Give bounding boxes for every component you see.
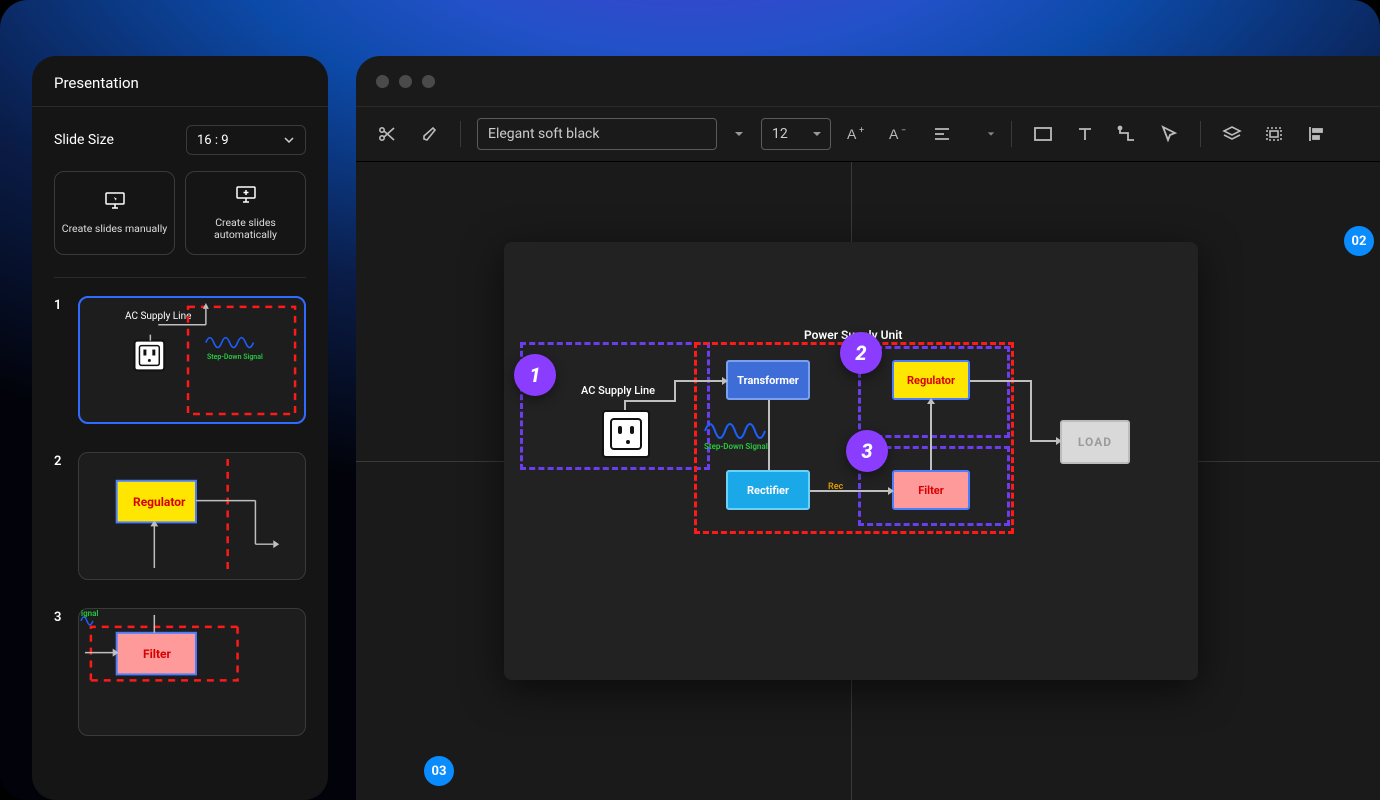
- rectangle-icon: [1033, 126, 1053, 142]
- help-badge-02[interactable]: 02: [1344, 226, 1374, 256]
- filter-block[interactable]: Filter: [892, 470, 970, 510]
- step-down-label: Step-Down Signal: [704, 442, 768, 451]
- theme-value: Elegant soft black: [488, 126, 599, 142]
- caret-down-icon: [987, 130, 995, 138]
- layers-icon: [1222, 125, 1242, 143]
- theme-dropdown[interactable]: [729, 118, 749, 150]
- font-decrease-button[interactable]: A−: [885, 119, 915, 149]
- thumb-number: 1: [54, 296, 68, 424]
- wire: [674, 380, 676, 402]
- wire: [624, 402, 626, 410]
- thumb-number: 3: [54, 608, 68, 736]
- align-left-icon: [933, 125, 951, 143]
- wire-arrow: [930, 404, 932, 470]
- svg-text:A: A: [889, 126, 899, 142]
- thumb1-signal: Step-Down Signal: [207, 353, 263, 361]
- shape-button[interactable]: [1028, 119, 1058, 149]
- align-button[interactable]: [927, 119, 957, 149]
- traffic-light-max[interactable]: [422, 75, 435, 88]
- wire-arrow: [674, 380, 722, 382]
- thumb2-box: Regulator: [133, 495, 185, 509]
- align-objects-icon: [1307, 125, 1325, 143]
- slide-size-select[interactable]: 16 : 9: [186, 125, 306, 155]
- help-badge-03[interactable]: 03: [424, 756, 454, 786]
- theme-select[interactable]: Elegant soft black: [477, 118, 717, 150]
- create-auto-label: Create slides automatically: [186, 217, 305, 240]
- thumb3-box: Filter: [143, 647, 171, 661]
- font-size-select[interactable]: 12: [761, 118, 831, 150]
- wire: [970, 380, 1032, 382]
- group-icon: [1264, 125, 1284, 143]
- connector-button[interactable]: [1112, 119, 1142, 149]
- layers-button[interactable]: [1217, 119, 1247, 149]
- slide-thumbnail-3[interactable]: ignal Filter: [78, 608, 306, 736]
- traffic-light-close[interactable]: [376, 75, 389, 88]
- wire: [1030, 380, 1032, 442]
- thumb-number: 2: [54, 452, 68, 580]
- cursor-icon: [1160, 125, 1178, 143]
- group-button[interactable]: [1259, 119, 1289, 149]
- scissors-icon: [378, 125, 396, 143]
- load-block[interactable]: LOAD: [1060, 420, 1130, 464]
- align-objects-button[interactable]: [1301, 119, 1331, 149]
- slide-size-label: Slide Size: [54, 132, 114, 148]
- slide-size-value: 16 : 9: [197, 133, 229, 148]
- create-manual-button[interactable]: Create slides manually: [54, 171, 175, 255]
- wire-arrow: [810, 490, 888, 492]
- font-increase-icon: A+: [847, 125, 869, 143]
- thumb2-art: [79, 453, 305, 580]
- step-marker-2: 2: [840, 332, 882, 374]
- format-painter-button[interactable]: [414, 119, 444, 149]
- slide-canvas[interactable]: Power Supply Unit AC Supply Line Step-Do…: [504, 242, 1198, 680]
- wire: [768, 400, 770, 470]
- create-manual-label: Create slides manually: [62, 223, 168, 235]
- step-marker-3: 3: [846, 430, 888, 472]
- font-size-value: 12: [772, 126, 788, 142]
- wave-signal: [704, 420, 766, 442]
- rectifier-block[interactable]: Rectifier: [726, 470, 810, 510]
- panel-title: Presentation: [32, 56, 328, 107]
- svg-text:+: +: [859, 126, 864, 136]
- wire-arrow: [1030, 440, 1056, 442]
- pointer-button[interactable]: [1154, 119, 1184, 149]
- plug-icon: [602, 410, 650, 458]
- monitor-plus-icon: [235, 185, 257, 205]
- text-button[interactable]: [1070, 119, 1100, 149]
- svg-text:A: A: [847, 126, 857, 142]
- font-increase-button[interactable]: A+: [843, 119, 873, 149]
- window-titlebar: [356, 56, 1380, 106]
- slide-thumbnail-2[interactable]: Regulator: [78, 452, 306, 580]
- text-icon: [1076, 125, 1094, 143]
- paintbrush-icon: [420, 125, 438, 143]
- svg-text:−: −: [901, 126, 906, 136]
- create-auto-button[interactable]: Create slides automatically: [185, 171, 306, 255]
- toolbar: Elegant soft black 12 A+ A−: [356, 106, 1380, 162]
- thumb3-art: [79, 609, 305, 736]
- regulator-block[interactable]: Regulator: [892, 360, 970, 400]
- thumb1-art: [79, 297, 305, 424]
- font-decrease-icon: A−: [889, 125, 911, 143]
- transformer-block[interactable]: Transformer: [726, 360, 810, 400]
- caret-down-icon: [812, 129, 822, 139]
- monitor-cursor-icon: [104, 191, 126, 211]
- caret-down-icon: [734, 129, 744, 139]
- slide-thumbnail-1[interactable]: AC Supply Line Step-Down Signal: [78, 296, 306, 424]
- traffic-light-min[interactable]: [399, 75, 412, 88]
- canvas-window: Elegant soft black 12 A+ A−: [356, 56, 1380, 800]
- connector-icon: [1117, 125, 1137, 143]
- cut-button[interactable]: [372, 119, 402, 149]
- thumb3-signal: ignal: [81, 609, 98, 618]
- step-marker-1: 1: [514, 354, 556, 396]
- presentation-panel: Presentation Slide Size 16 : 9 Create sl…: [32, 56, 328, 800]
- chevron-down-icon: [283, 134, 295, 146]
- wire: [624, 400, 676, 402]
